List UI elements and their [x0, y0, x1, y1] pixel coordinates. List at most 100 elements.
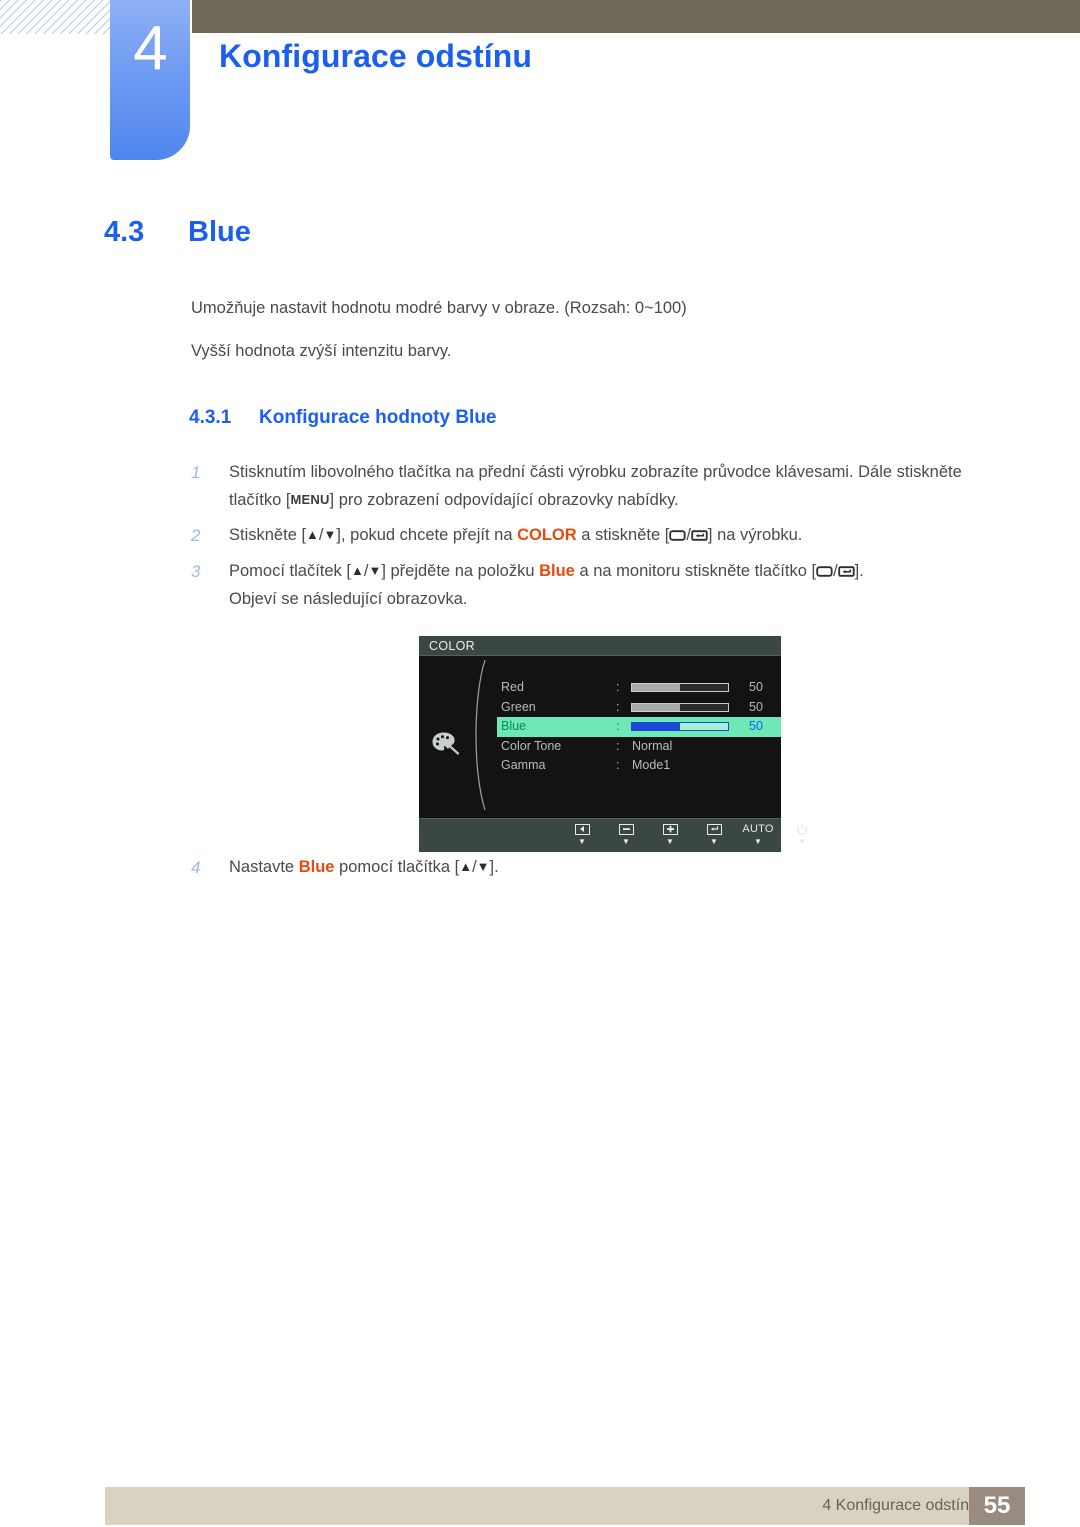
- osd-key-plus[interactable]: ▼: [655, 821, 685, 846]
- caret-down-icon: ▼: [666, 837, 674, 846]
- osd-row-gamma[interactable]: Gamma : Mode1: [497, 756, 781, 776]
- step-text: pomocí tlačítka [: [334, 858, 460, 876]
- up-arrow-icon: ▲: [459, 859, 473, 874]
- osd-row-green[interactable]: Green : 50: [497, 698, 781, 718]
- step-item: 2 Stiskněte [▲/▼], pokud chcete přejít n…: [191, 521, 1011, 549]
- step-text: a stiskněte [: [576, 526, 670, 544]
- osd-key-minus[interactable]: ▼: [611, 821, 641, 846]
- osd-row-label: Green: [501, 699, 536, 714]
- step-item: 3 Pomocí tlačítek [▲/▼] přejděte na polo…: [191, 557, 1011, 614]
- minus-icon: [611, 821, 641, 837]
- step-body: Pomocí tlačítek [▲/▼] přejděte na položk…: [229, 562, 864, 609]
- step-item: 4 Nastavte Blue pomocí tlačítka [▲/▼].: [191, 853, 1011, 881]
- step-text: Stiskněte [: [229, 526, 307, 544]
- osd-row-slider[interactable]: [631, 702, 729, 712]
- section-paragraph-1: Umožňuje nastavit hodnotu modré barvy v …: [191, 299, 687, 317]
- osd-menu-rows: Red : 50 Green : 50 Blue : 50 Color Tone…: [497, 678, 781, 776]
- osd-title-label: COLOR: [429, 639, 475, 653]
- down-arrow-icon: ▼: [476, 859, 490, 874]
- down-arrow-icon: ▼: [368, 563, 382, 578]
- osd-key-back[interactable]: ▼: [567, 821, 597, 846]
- osd-row-colon: :: [616, 738, 620, 753]
- osd-row-value: 50: [749, 699, 763, 714]
- page-number: 55: [969, 1487, 1025, 1525]
- step-text: Pomocí tlačítek [: [229, 562, 351, 580]
- step-text: ].: [854, 562, 864, 580]
- step-body: Stisknutím libovolného tlačítka na předn…: [229, 458, 1011, 515]
- osd-row-label: Gamma: [501, 758, 546, 772]
- step-text: Objeví se následující obrazovka.: [229, 590, 468, 609]
- down-arrow-icon: ▼: [323, 527, 337, 542]
- chapter-number: 4: [133, 14, 167, 83]
- caret-down-icon: ▼: [710, 837, 718, 846]
- osd-row-slider[interactable]: [631, 683, 729, 692]
- step-text: tlačítko [: [229, 491, 291, 510]
- osd-row-value: 50: [749, 680, 763, 694]
- subsection-title: Konfigurace hodnoty Blue: [259, 407, 497, 428]
- power-icon: [787, 821, 817, 837]
- step-text: Stisknutím libovolného tlačítka na předn…: [229, 463, 962, 481]
- osd-titlebar: COLOR: [419, 636, 781, 656]
- caret-down-icon: ▼: [798, 837, 806, 846]
- footer-chapter-label: 4 Konfigurace odstínu: [822, 1497, 978, 1514]
- osd-row-label: Color Tone: [501, 738, 562, 753]
- step-highlight: Blue: [298, 858, 335, 876]
- section-number: 4.3: [104, 216, 145, 248]
- step-marker: 1: [191, 463, 201, 482]
- osd-screenshot: COLOR Red : 50 Green : 50 Blue : 50 Colo…: [419, 636, 808, 852]
- step-highlight: Blue: [539, 562, 575, 580]
- up-arrow-icon: ▲: [350, 563, 364, 578]
- osd-row-blue[interactable]: Blue : 50: [497, 717, 781, 737]
- step-item: 1 Stisknutím libovolného tlačítka na pře…: [191, 458, 1011, 515]
- osd-row-colon: :: [616, 719, 620, 733]
- up-arrow-icon: ▲: [306, 527, 319, 542]
- osd-key-guide: ▼ ▼ ▼ ▼ AUTO ▼ ▼: [419, 818, 808, 852]
- source-button-icon: [669, 529, 686, 542]
- osd-row-slider[interactable]: [631, 722, 729, 731]
- osd-row-value: 50: [749, 719, 763, 733]
- osd-row-colon: :: [616, 680, 620, 694]
- osd-row-colon: :: [616, 699, 620, 714]
- osd-row-label: Blue: [501, 719, 527, 733]
- step-text: a na monitoru stiskněte tlačítko [: [574, 562, 817, 580]
- step-highlight: COLOR: [517, 526, 577, 544]
- header-bar: [192, 0, 1080, 33]
- osd-key-auto-label: AUTO: [742, 823, 774, 835]
- step-text: ], pokud chcete přejít na: [336, 526, 518, 544]
- step-marker: 3: [191, 562, 201, 581]
- source-button-icon: [816, 565, 833, 578]
- osd-row-red[interactable]: Red : 50: [497, 678, 781, 698]
- step-body: Nastavte Blue pomocí tlačítka [▲/▼].: [229, 858, 499, 876]
- caret-down-icon: ▼: [754, 837, 762, 846]
- section-heading: 4.3 Blue: [104, 216, 251, 249]
- step-text: ] přejděte na položku: [381, 562, 540, 580]
- osd-row-color-tone[interactable]: Color Tone : Normal: [497, 737, 781, 757]
- step-text: ] na výrobku.: [707, 526, 803, 544]
- osd-row-value: Normal: [632, 738, 673, 753]
- step-marker: 4: [191, 858, 201, 877]
- step-text: Nastavte: [229, 858, 299, 876]
- enter-icon: [699, 821, 729, 837]
- caret-down-icon: ▼: [578, 837, 586, 846]
- plus-icon: [655, 821, 685, 837]
- menu-key-label: MENU: [290, 492, 330, 508]
- osd-row-label: Red: [501, 680, 524, 694]
- osd-key-auto[interactable]: AUTO ▼: [742, 821, 774, 846]
- chapter-title: Konfigurace odstínu: [219, 38, 533, 74]
- palette-icon: [432, 732, 460, 755]
- osd-row-colon: :: [616, 758, 620, 772]
- caret-down-icon: ▼: [622, 837, 630, 846]
- step-body: Stiskněte [▲/▼], pokud chcete přejít na …: [229, 526, 803, 544]
- subsection-heading: 4.3.1 Konfigurace hodnoty Blue: [189, 407, 497, 429]
- subsection-number: 4.3.1: [189, 407, 232, 428]
- step-text: ].: [489, 858, 499, 876]
- osd-key-enter[interactable]: ▼: [699, 821, 729, 846]
- osd-arc-decoration: [475, 660, 486, 810]
- chapter-tab: 4: [110, 0, 190, 160]
- left-arrow-icon: [567, 821, 597, 837]
- enter-button-icon: [691, 529, 708, 542]
- enter-button-icon: [837, 565, 855, 578]
- section-title: Blue: [188, 216, 251, 248]
- osd-key-power[interactable]: ▼: [787, 821, 817, 846]
- step-text: ] pro zobrazení odpovídající obrazovky n…: [329, 491, 679, 510]
